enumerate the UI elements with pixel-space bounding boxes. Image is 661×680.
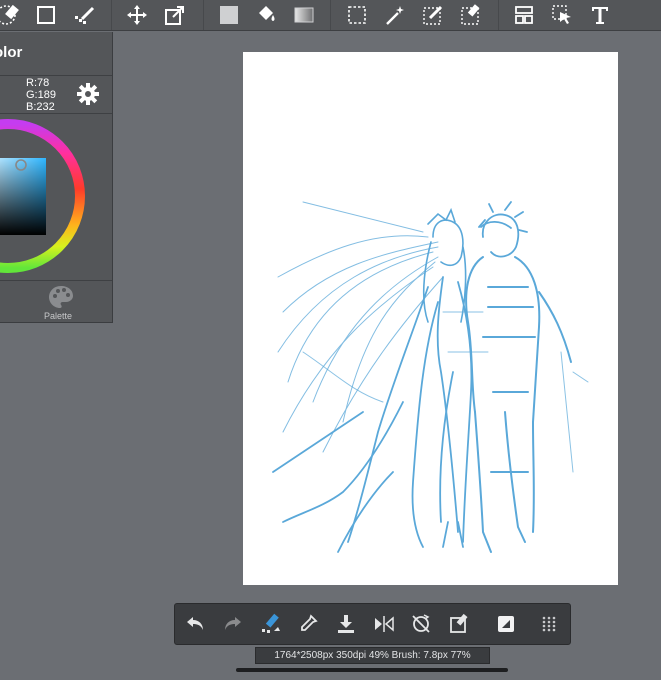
eyedropper-icon[interactable] [294, 610, 322, 638]
transform-icon[interactable] [162, 2, 188, 28]
dotted-brush-icon[interactable] [71, 2, 97, 28]
color-panel-title: olor [0, 44, 23, 61]
select-eraser-icon[interactable] [458, 2, 484, 28]
import-icon[interactable] [332, 610, 360, 638]
palette-label[interactable]: Palette [44, 311, 72, 321]
sketch-artwork [272, 201, 589, 553]
brush-pen-icon[interactable] [257, 610, 285, 638]
text-icon[interactable] [587, 2, 613, 28]
layer-icon[interactable] [492, 610, 520, 638]
flip-icon[interactable] [370, 610, 398, 638]
status-bar: 1764*2508px 350dpi 49% Brush: 7.8px 77% [255, 647, 490, 664]
fill-color-icon[interactable] [216, 2, 242, 28]
grid-menu-icon[interactable] [535, 610, 563, 638]
rotate-reset-icon[interactable] [407, 610, 435, 638]
select-move-icon[interactable] [549, 2, 575, 28]
quick-edit-icon[interactable] [445, 610, 473, 638]
color-wheel[interactable] [0, 118, 88, 276]
red-value: R:78 [26, 77, 50, 89]
color-panel: olor R:78 G:189 B:232 [0, 32, 113, 323]
layout-icon[interactable] [511, 2, 537, 28]
redo-icon[interactable] [219, 610, 247, 638]
magic-wand-icon[interactable] [382, 2, 408, 28]
top-toolbar [0, 0, 661, 31]
bucket-icon[interactable] [253, 2, 279, 28]
blue-value: B:232 [26, 101, 55, 113]
green-value: G:189 [26, 89, 56, 101]
move-icon[interactable] [124, 2, 150, 28]
bottom-toolbar [174, 603, 571, 645]
eraser-icon[interactable] [0, 2, 22, 28]
drawing-canvas[interactable] [243, 52, 618, 585]
select-rect-icon[interactable] [344, 2, 370, 28]
gear-icon[interactable] [76, 82, 100, 106]
select-pen-icon[interactable] [420, 2, 446, 28]
palette-icon[interactable] [48, 284, 74, 310]
gradient-icon[interactable] [291, 2, 317, 28]
rectangle-icon[interactable] [33, 2, 59, 28]
undo-icon[interactable] [181, 610, 209, 638]
home-indicator [236, 668, 508, 672]
